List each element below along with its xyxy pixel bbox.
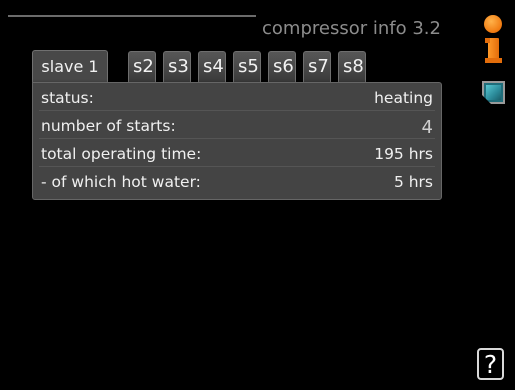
page-title: compressor info 3.2 [262, 18, 441, 39]
operating-time-label: total operating time: [41, 145, 202, 163]
starts-value: 4 [421, 117, 433, 138]
info-icon-bar [485, 38, 502, 63]
tab-s2[interactable]: s2 [128, 51, 156, 82]
tab-slave-1[interactable]: slave 1 [32, 50, 108, 83]
compressor-info-screen: compressor info 3.2 slave 1 s2 s3 s4 s5 … [0, 0, 515, 390]
hot-water-label: - of which hot water: [41, 173, 201, 191]
hot-water-row: - of which hot water: 5 hrs [39, 169, 435, 195]
status-row: status: heating [39, 85, 435, 111]
document-icon-corner [482, 95, 491, 104]
tab-s3[interactable]: s3 [163, 51, 191, 82]
tab-s5[interactable]: s5 [233, 51, 261, 82]
tab-s7[interactable]: s7 [303, 51, 331, 82]
header-divider [8, 15, 256, 17]
tab-s4[interactable]: s4 [198, 51, 226, 82]
tab-s6[interactable]: s6 [268, 51, 296, 82]
tab-s8[interactable]: s8 [338, 51, 366, 82]
starts-row: number of starts: 4 [39, 113, 435, 139]
info-icon-dot [484, 15, 502, 33]
hot-water-value: 5 hrs [393, 173, 433, 191]
info-panel: status: heating number of starts: 4 tota… [32, 82, 442, 200]
document-icon[interactable] [482, 81, 505, 104]
info-icon[interactable] [484, 15, 502, 63]
status-value: heating [374, 89, 433, 107]
operating-time-row: total operating time: 195 hrs [39, 141, 435, 167]
operating-time-value: 195 hrs [374, 145, 433, 163]
status-label: status: [41, 89, 94, 107]
starts-label: number of starts: [41, 117, 176, 135]
help-button[interactable]: ? [477, 348, 504, 380]
